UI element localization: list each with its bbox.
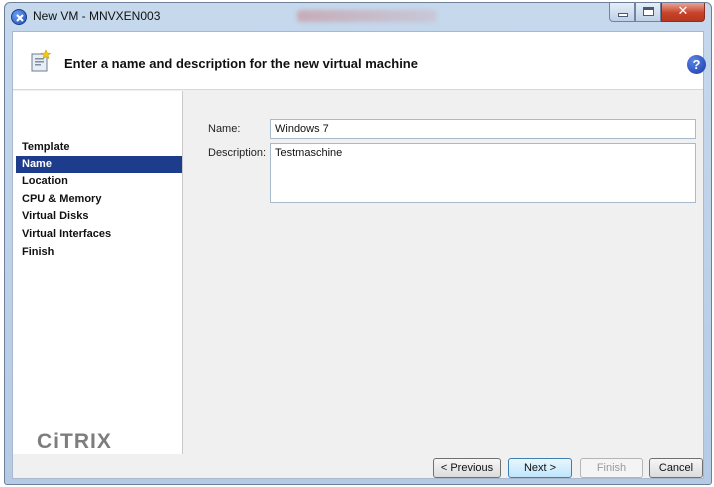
window-controls: ✕ xyxy=(609,3,705,22)
minimize-button[interactable] xyxy=(609,3,635,22)
title-blur-area xyxy=(297,10,437,22)
title-bar[interactable]: New VM - MNVXEN003 ✕ xyxy=(5,3,711,31)
nav-item-virtual-interfaces[interactable]: Virtual Interfaces xyxy=(16,226,182,243)
help-icon[interactable]: ? xyxy=(687,55,706,74)
finish-button[interactable]: Finish xyxy=(580,458,643,478)
nav-item-finish[interactable]: Finish xyxy=(16,244,182,261)
nav-item-location[interactable]: Location xyxy=(16,173,182,190)
wizard-page-icon xyxy=(29,49,53,73)
citrix-logo: CiTRIX xyxy=(37,430,112,453)
wizard-client-area: Enter a name and description for the new… xyxy=(12,31,706,479)
page-title: Enter a name and description for the new… xyxy=(64,56,418,71)
next-button[interactable]: Next > xyxy=(508,458,572,478)
close-icon: ✕ xyxy=(677,4,689,19)
maximize-icon xyxy=(643,7,654,16)
name-input[interactable] xyxy=(270,119,696,139)
wizard-header: Enter a name and description for the new… xyxy=(13,32,706,90)
close-button[interactable]: ✕ xyxy=(661,3,705,22)
nav-item-cpu-memory[interactable]: CPU & Memory xyxy=(16,191,182,208)
nav-item-template[interactable]: Template xyxy=(16,139,182,156)
wizard-nav-sidebar: Template Name Location CPU & Memory Virt… xyxy=(13,91,183,454)
app-icon xyxy=(11,9,27,25)
window-title: New VM - MNVXEN003 xyxy=(33,9,161,23)
minimize-icon xyxy=(618,13,628,17)
previous-button[interactable]: < Previous xyxy=(433,458,501,478)
description-input[interactable]: Testmaschine xyxy=(270,143,696,203)
description-label: Description: xyxy=(208,147,267,159)
maximize-button[interactable] xyxy=(635,3,661,22)
nav-item-name[interactable]: Name xyxy=(16,156,182,173)
name-label: Name: xyxy=(208,123,241,135)
nav-item-virtual-disks[interactable]: Virtual Disks xyxy=(16,208,182,225)
wizard-window: New VM - MNVXEN003 ✕ Enter a name and de… xyxy=(4,2,712,485)
cancel-button[interactable]: Cancel xyxy=(649,458,703,478)
